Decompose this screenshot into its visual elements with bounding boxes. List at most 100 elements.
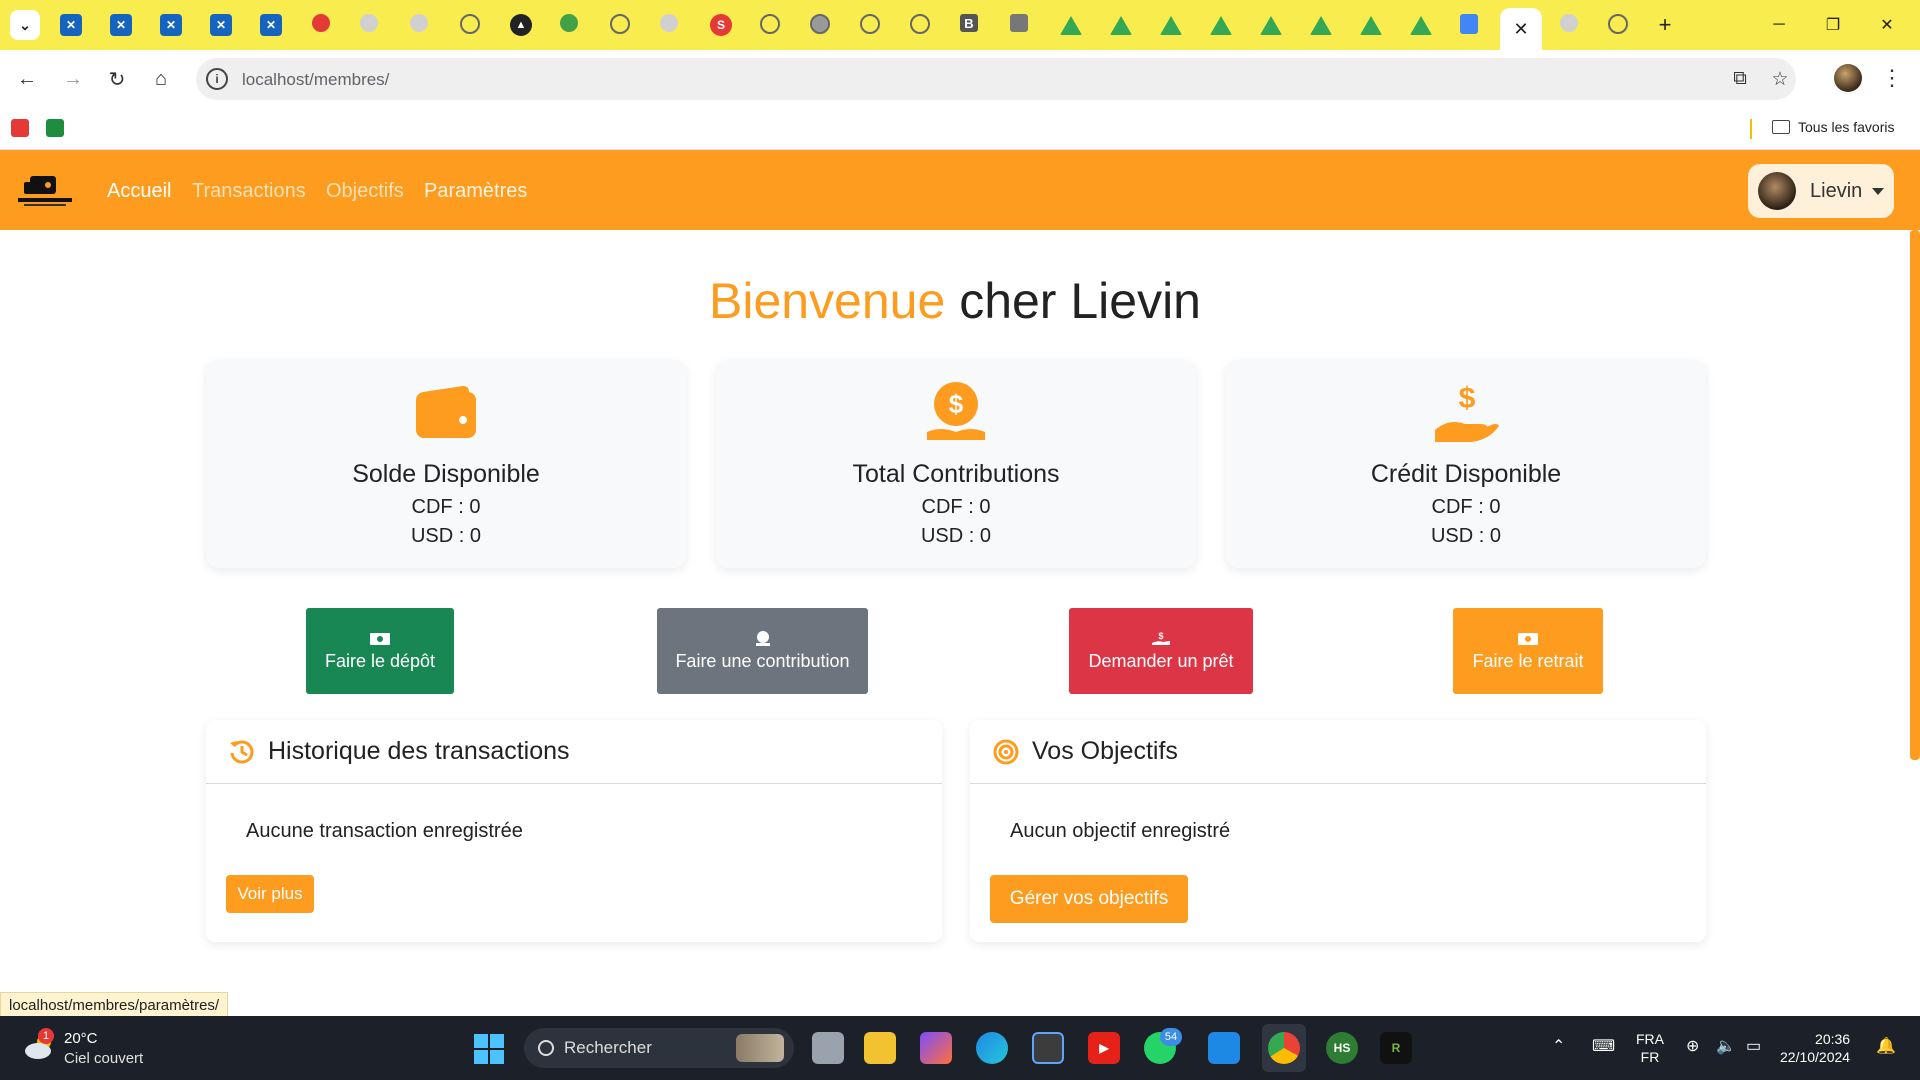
google-drive-icon[interactable] (1110, 14, 1132, 36)
vscode-icon[interactable] (1208, 1032, 1240, 1064)
tab-favicon[interactable]: B (960, 14, 978, 32)
contributions-card: $ Total Contributions CDF : 0 USD : 0 (716, 360, 1196, 568)
tab-favicon[interactable] (610, 14, 630, 34)
github-icon[interactable] (1608, 14, 1628, 34)
install-app-icon[interactable]: ⧉ (1728, 67, 1752, 91)
active-tab[interactable]: ✕ (1500, 8, 1542, 50)
terminal-app-icon[interactable]: R (1380, 1032, 1412, 1064)
store-icon[interactable] (1032, 1032, 1064, 1064)
withdraw-button[interactable]: Faire le retrait (1453, 608, 1603, 694)
browser-menu-button[interactable]: ⋮ (1878, 64, 1906, 92)
restore-icon: ❐ (1825, 17, 1841, 34)
tab-favicon[interactable] (360, 14, 378, 32)
nav-link-objectifs[interactable]: Objectifs (326, 180, 404, 203)
clock[interactable]: 20:36 22/10/2024 (1780, 1030, 1850, 1066)
url-text[interactable]: localhost/membres/ (242, 70, 389, 90)
forward-button[interactable]: → (58, 64, 88, 94)
tab-favicon[interactable] (560, 14, 578, 32)
all-bookmarks-folder[interactable]: Tous les favoris (1772, 119, 1894, 135)
notification-bell-icon[interactable]: 🔔 (1876, 1036, 1896, 1056)
chevron-up-icon[interactable]: ⌃ (1552, 1036, 1565, 1056)
nav-link-parametres[interactable]: Paramètres (424, 180, 527, 203)
nav-link-accueil[interactable]: Accueil (107, 180, 171, 203)
minimize-button[interactable]: ─ (1766, 12, 1792, 38)
search-placeholder: Rechercher (564, 1038, 652, 1057)
file-explorer-icon[interactable] (864, 1032, 896, 1064)
tab-favicon[interactable] (312, 14, 330, 32)
user-dropdown[interactable]: Lievin (1748, 164, 1894, 218)
taskbar-search[interactable]: Rechercher (524, 1028, 794, 1068)
manage-goals-button[interactable]: Gérer vos objectifs (990, 875, 1188, 923)
google-drive-icon[interactable] (1210, 14, 1232, 36)
card-cdf-value: CDF : 0 (411, 496, 481, 518)
restore-button[interactable]: ❐ (1820, 12, 1846, 38)
arrow-left-icon: ← (17, 67, 37, 90)
tab-favicon[interactable]: ✕ (210, 14, 232, 36)
close-icon[interactable]: ✕ (1513, 19, 1528, 40)
tab-favicon[interactable]: ▲ (510, 14, 532, 36)
google-drive-icon[interactable] (1410, 14, 1432, 36)
language-indicator[interactable]: FRA FR (1636, 1030, 1664, 1066)
info-icon[interactable]: i (206, 68, 228, 90)
tab-favicon[interactable]: S (710, 14, 732, 36)
tab-favicon[interactable] (660, 14, 678, 32)
bookmark-item[interactable] (46, 119, 64, 137)
tab-favicon[interactable] (910, 14, 930, 34)
tab-favicon[interactable] (860, 14, 880, 34)
tab-favicon[interactable]: ✕ (260, 14, 282, 36)
google-drive-icon[interactable] (1360, 14, 1382, 36)
tab-favicon[interactable] (810, 14, 830, 34)
weather-description[interactable]: Ciel couvert (64, 1050, 143, 1067)
github-icon[interactable] (460, 14, 480, 34)
tab-favicon[interactable]: ✕ (110, 14, 132, 36)
loan-request-button[interactable]: $ Demander un prêt (1069, 608, 1253, 694)
task-view-icon[interactable] (812, 1032, 844, 1064)
copilot-icon[interactable] (920, 1032, 952, 1064)
credit-card: $ Crédit Disponible CDF : 0 USD : 0 (1226, 360, 1706, 568)
close-window-button[interactable]: ✕ (1874, 12, 1900, 38)
tab-favicon[interactable] (410, 14, 428, 32)
chrome-icon[interactable] (1268, 1032, 1300, 1064)
google-drive-icon[interactable] (1160, 14, 1182, 36)
bookmark-star-icon[interactable]: ☆ (1768, 67, 1792, 91)
app-logo[interactable] (18, 172, 72, 210)
hs-app-icon[interactable]: HS (1326, 1032, 1358, 1064)
reload-button[interactable]: ↻ (102, 64, 132, 94)
page-scrollbar[interactable] (1910, 230, 1920, 760)
address-bar[interactable]: i localhost/membres/ ⧉ ☆ (196, 58, 1796, 100)
volume-icon[interactable]: 🔈 (1716, 1036, 1736, 1056)
battery-icon[interactable]: ▭ (1746, 1036, 1761, 1056)
weather-temperature[interactable]: 20°C (64, 1030, 98, 1047)
svg-text:$: $ (949, 389, 964, 419)
contribution-button[interactable]: Faire une contribution (657, 608, 868, 694)
google-drive-icon[interactable] (1260, 14, 1282, 36)
google-drive-icon[interactable] (1310, 14, 1332, 36)
globe-icon[interactable]: ⊕ (1686, 1036, 1699, 1056)
browser-profile-avatar[interactable] (1834, 64, 1862, 92)
new-tab-button[interactable]: + (1652, 12, 1678, 38)
deposit-button[interactable]: Faire le dépôt (306, 608, 454, 694)
youtube-icon[interactable]: ▶ (1088, 1032, 1120, 1064)
tab-favicon[interactable] (760, 14, 780, 34)
google-docs-icon[interactable] (1460, 14, 1478, 34)
contribution-label: Faire une contribution (675, 650, 850, 671)
tab-favicon[interactable]: ✕ (160, 14, 182, 36)
tab-search-button[interactable]: ⌄ (10, 10, 40, 40)
tab-favicon[interactable]: ✕ (60, 14, 82, 36)
nav-link-transactions[interactable]: Transactions (192, 180, 306, 203)
edge-icon[interactable] (976, 1032, 1008, 1064)
coin-hand-icon: $ (927, 382, 985, 440)
url-path: /membres/ (309, 70, 390, 89)
tab-favicon[interactable] (1560, 14, 1578, 32)
back-button[interactable]: ← (12, 64, 42, 94)
see-more-button[interactable]: Voir plus (226, 875, 314, 913)
tab-favicon[interactable] (1010, 14, 1028, 32)
card-usd-value: USD : 0 (410, 525, 482, 547)
caret-down-icon (1872, 187, 1885, 195)
start-button[interactable] (474, 1034, 504, 1064)
keyboard-icon[interactable]: ⌨ (1592, 1036, 1615, 1056)
home-button[interactable]: ⌂ (146, 64, 176, 94)
card-usd-value: USD : 0 (920, 525, 992, 547)
google-drive-icon[interactable] (1060, 14, 1082, 36)
bookmark-item[interactable] (11, 119, 29, 137)
